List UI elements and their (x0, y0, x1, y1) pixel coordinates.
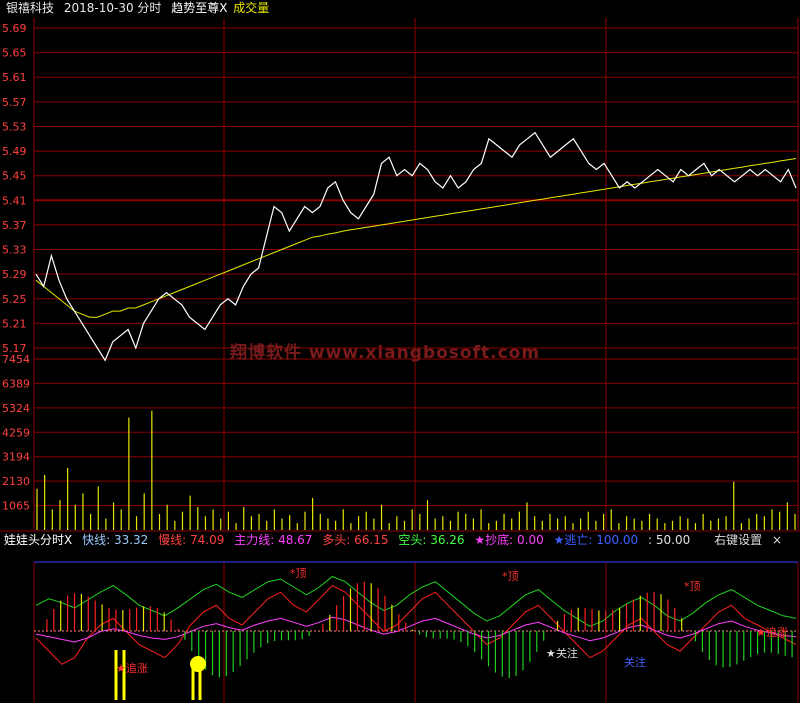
long-label: 多头: 66.15 (322, 533, 388, 547)
annotation-chase-up-2: ★追涨 (756, 625, 788, 639)
short-label-text: 空头: (398, 533, 427, 547)
slow-label-text: 慢线: (158, 533, 187, 547)
annotation-top-2: *顶 (502, 570, 519, 583)
volume-axis: 7454 6389 5324 4259 3194 2130 1065 (2, 353, 30, 513)
price-tick-label: 5.65 (2, 47, 27, 60)
price-tick-label: 5.41 (2, 194, 27, 207)
fast-label-text: 快线: (82, 533, 111, 547)
watermark: 翔博软件 www.xiangbosoft.com (229, 342, 540, 363)
price-tick-label: 5.69 (2, 22, 27, 35)
price-line (35, 131, 797, 362)
bottom-label: ★抄底: 0.00 (474, 533, 543, 547)
volume-tick-label: 7454 (2, 353, 30, 366)
volume-tick-label: 1065 (2, 500, 30, 513)
price-tick-label: 5.61 (2, 71, 27, 84)
indicator-title[interactable]: 娃娃头分时X (4, 533, 72, 547)
bottom-value: 0.00 (517, 533, 544, 547)
volume-tick-label: 3194 (2, 451, 30, 464)
price-tick-label: 5.57 (2, 96, 27, 109)
intraday-chart[interactable]: 5.69 5.65 5.61 5.57 5.53 5.49 5.45 5.41 5.37 5.33… (0, 0, 800, 703)
short-label: 空头: 36.26 (398, 533, 464, 547)
price-tick-label: 5.45 (2, 170, 27, 183)
price-tick-label: 5.25 (2, 293, 27, 306)
price-tick-label: 5.33 (2, 244, 27, 257)
annotation-chase-up: ★追涨 (116, 661, 148, 675)
annotation-watch: ★关注 (546, 646, 578, 660)
stock-chart-window[interactable]: 银禧科技 2018-10-30 分时 趋势至尊X 成交量 5.69 5.65 5.6… (0, 0, 800, 703)
main-label-text: 主力线: (234, 533, 275, 547)
long-value: 66.15 (354, 533, 389, 547)
signal-dot (190, 656, 206, 672)
settings-label[interactable]: 右键设置 (714, 533, 762, 547)
settings-area: 右键设置 × (714, 532, 788, 549)
volume-tick-label: 2130 (2, 475, 30, 488)
slow-value: 74.09 (190, 533, 225, 547)
annotation-top-1: *顶 (290, 567, 307, 580)
slow-line-label: 慢线: 74.09 (158, 533, 224, 547)
average-price-line (35, 158, 797, 318)
volume-tick-label: 6389 (2, 377, 30, 390)
volume-bars (36, 410, 796, 530)
short-value: 36.26 (430, 533, 465, 547)
price-axis: 5.69 5.65 5.61 5.57 5.53 5.49 5.45 5.41 5.37 5.33… (2, 22, 27, 355)
long-label-text: 多头: (322, 533, 351, 547)
fast-value: 33.32 (113, 533, 149, 547)
price-tick-label: 5.53 (2, 120, 27, 133)
main-value: 48.67 (278, 533, 313, 547)
volume-tick-label: 4259 (2, 426, 30, 439)
escape-value: 100.00 (596, 533, 639, 547)
close-icon[interactable]: × (772, 533, 782, 547)
main-line-label: 主力线: 48.67 (234, 533, 312, 547)
fast-line-label: 快线: 33.32 (82, 533, 148, 547)
extra-value: : 50.00 (648, 533, 691, 547)
price-tick-label: 5.29 (2, 268, 27, 281)
indicator-header: 娃娃头分时X 快线: 33.32 慢线: 74.09 主力线: 48.67 多头… (0, 532, 800, 549)
price-tick-label: 5.37 (2, 219, 27, 232)
annotation-top-3: *顶 (684, 580, 701, 593)
annotation-watch-2: 关注 (624, 655, 646, 669)
price-tick-label: 5.21 (2, 317, 27, 330)
price-tick-label: 5.49 (2, 145, 27, 158)
escape-label: ★逃亡: 100.00 (554, 533, 639, 547)
volume-tick-label: 5324 (2, 402, 30, 415)
escape-label-text: ★逃亡: (553, 533, 593, 547)
indicator-chart (35, 575, 797, 700)
bottom-label-text: ★抄底: (474, 533, 514, 547)
